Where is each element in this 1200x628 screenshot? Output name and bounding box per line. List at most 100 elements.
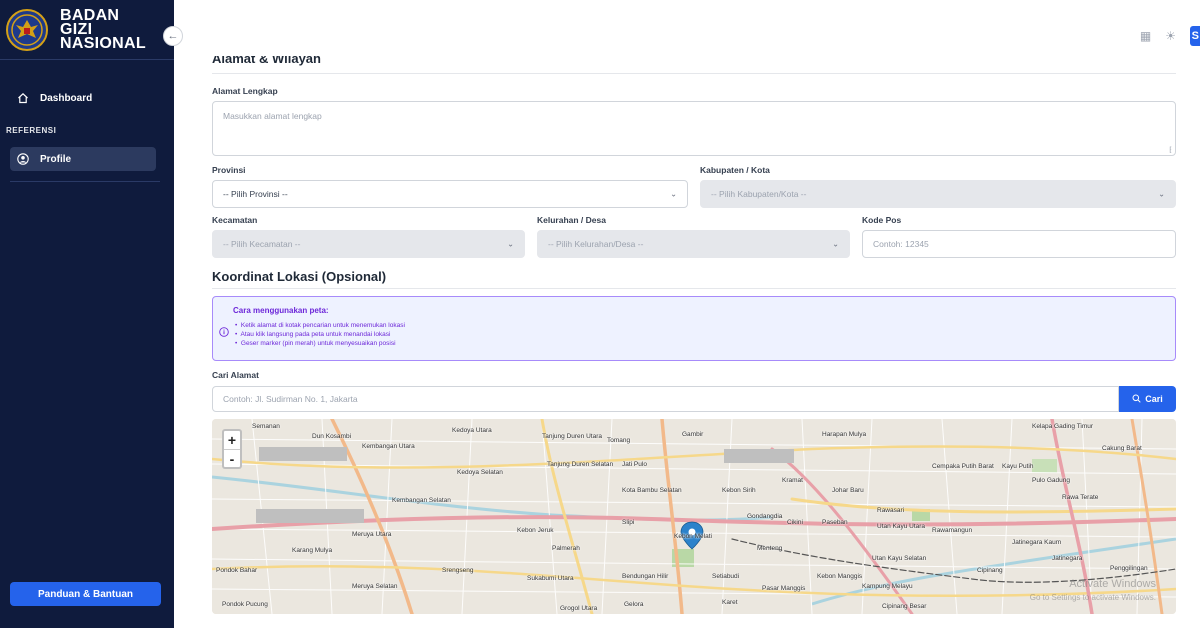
address-search-label: Cari Alamat xyxy=(212,370,259,380)
map-label: Cempaka Putih Barat xyxy=(932,463,994,470)
map-label: Kelapa Gading Timur xyxy=(1032,423,1094,430)
map-label: Penggilingan xyxy=(1110,565,1148,572)
resize-handle-icon[interactable]: ⁅ xyxy=(1169,146,1172,154)
notification-icon[interactable]: ▦ xyxy=(1140,29,1151,43)
province-select[interactable]: -- Pilih Provinsi -- ⌄ xyxy=(212,180,688,208)
map-label: Dun Kosambi xyxy=(312,433,352,440)
map-label: Kebon Sirih xyxy=(722,487,756,494)
map-label: Kayu Putih xyxy=(1002,463,1034,470)
map-label: Kebon Jeruk xyxy=(517,527,554,534)
map-label: Kembangan Selatan xyxy=(392,497,451,504)
map-label: Kedoya Utara xyxy=(452,427,492,434)
map-label: Grogol Utara xyxy=(560,605,598,612)
map-label: Utan Kayu Utara xyxy=(877,523,926,530)
map-label: Cakung Barat xyxy=(1102,445,1142,452)
city-label: Kabupaten / Kota xyxy=(700,165,770,175)
brand-name: BADAN GIZI NASIONAL xyxy=(60,7,146,51)
full-address-placeholder: Masukkan alamat lengkap xyxy=(223,111,322,121)
section-title-address: Alamat & Wilayah xyxy=(212,56,321,66)
district-label: Kecamatan xyxy=(212,215,258,225)
map-label: Kembangan Utara xyxy=(362,443,415,450)
map-label: Kota Bambu Selatan xyxy=(622,487,682,494)
city-select[interactable]: -- Pilih Kabupaten/Kota -- ⌄ xyxy=(700,180,1176,208)
map-label: Setiabudi xyxy=(712,573,740,580)
section-title-coordinates: Koordinat Lokasi (Opsional) xyxy=(212,269,387,284)
full-address-textarea[interactable]: Masukkan alamat lengkap ⁅ xyxy=(212,101,1176,156)
address-search-placeholder: Contoh: Jl. Sudirman No. 1, Jakarta xyxy=(223,394,358,404)
search-icon xyxy=(1132,394,1141,405)
collapse-sidebar-button[interactable]: ← xyxy=(163,26,183,46)
user-avatar[interactable]: S xyxy=(1190,26,1200,46)
village-select[interactable]: -- Pilih Kelurahan/Desa -- ⌄ xyxy=(537,230,850,258)
map-label: Tomang xyxy=(607,437,631,444)
map-label: Kedoya Selatan xyxy=(457,469,503,476)
postal-code-input[interactable]: Contoh: 12345 xyxy=(862,230,1176,258)
district-select[interactable]: -- Pilih Kecamatan -- ⌄ xyxy=(212,230,525,258)
info-list-item: • Geser marker (pin merah) untuk menyesu… xyxy=(235,340,396,347)
sidebar-item-label: Profile xyxy=(40,153,72,165)
map-label: Pasar Manggis xyxy=(762,585,806,592)
map-label: Tanjung Duren Utara xyxy=(542,433,602,440)
info-icon xyxy=(219,324,229,342)
brand: BADAN GIZI NASIONAL xyxy=(0,0,174,60)
divider xyxy=(212,73,1176,74)
sidebar: BADAN GIZI NASIONAL Dashboard REFERENSI … xyxy=(0,0,174,628)
zoom-out-button[interactable]: - xyxy=(224,449,240,467)
address-search-input[interactable]: Contoh: Jl. Sudirman No. 1, Jakarta xyxy=(212,386,1119,412)
map-label: Cikini xyxy=(787,519,803,526)
sidebar-section-title: REFERENSI xyxy=(6,126,57,135)
map-label: Karet xyxy=(722,599,738,606)
divider xyxy=(212,288,1176,289)
map-label: Paseban xyxy=(822,519,848,526)
city-value: -- Pilih Kabupaten/Kota -- xyxy=(711,189,807,199)
map-label: Jati Pulo xyxy=(622,461,647,468)
map-label: Pondok Bahar xyxy=(216,567,258,574)
help-button[interactable]: Panduan & Bantuan xyxy=(10,582,161,606)
redacted-label xyxy=(259,447,347,461)
map-label: Pondok Pucung xyxy=(222,601,268,608)
sidebar-item-label: Dashboard xyxy=(40,92,93,104)
map-label: Tanjung Duren Selatan xyxy=(547,461,614,468)
map-label: Kampung Melayu xyxy=(862,583,913,590)
theme-sun-icon[interactable]: ☀ xyxy=(1165,29,1176,43)
village-label: Kelurahan / Desa xyxy=(537,215,606,225)
home-icon xyxy=(16,91,30,105)
map-label: Rawamangun xyxy=(932,527,973,534)
location-map[interactable]: Semanan Dun Kosambi Kembangan Utara Kedo… xyxy=(212,419,1176,614)
zoom-in-button[interactable]: + xyxy=(224,431,240,449)
chevron-down-icon: ⌄ xyxy=(1158,189,1165,199)
map-label: Kramat xyxy=(782,477,803,484)
map-label: Cipinang Besar xyxy=(882,603,927,610)
village-value: -- Pilih Kelurahan/Desa -- xyxy=(548,239,644,249)
map-help-info-box: Cara menggunakan peta: • Ketik alamat di… xyxy=(212,296,1176,361)
map-label: Rawasari xyxy=(877,507,905,514)
map-label: Johar Baru xyxy=(832,487,864,494)
map-label: Utan Kayu Selatan xyxy=(872,555,927,562)
map-label: Palmerah xyxy=(552,545,580,552)
map-label: Gondangdia xyxy=(747,513,783,520)
province-label: Provinsi xyxy=(212,165,246,175)
map-label: Jatinegara Kaum xyxy=(1012,539,1062,546)
map-label: Gelora xyxy=(624,601,644,608)
map-label: Bendungan Hilir xyxy=(622,573,669,580)
map-label: Cipinang xyxy=(977,567,1003,574)
address-search-button[interactable]: Cari xyxy=(1119,386,1176,412)
postal-code-placeholder: Contoh: 12345 xyxy=(873,239,929,249)
map-label: Gambir xyxy=(682,431,704,438)
map-zoom-control: + - xyxy=(222,429,242,469)
redacted-label xyxy=(724,449,794,463)
search-button-label: Cari xyxy=(1145,394,1163,404)
map-label: Menteng xyxy=(757,545,783,552)
map-label: Kebon Manggis xyxy=(817,573,863,580)
postal-code-label: Kode Pos xyxy=(862,215,902,225)
info-list-item: • Atau klik langsung pada peta untuk men… xyxy=(235,331,391,338)
map-label: Meruya Selatan xyxy=(352,583,398,590)
topbar: ▦ ☀ S xyxy=(174,0,1200,62)
sidebar-item-dashboard[interactable]: Dashboard xyxy=(0,85,174,111)
sidebar-item-profile[interactable]: Profile xyxy=(0,147,170,171)
garuda-logo xyxy=(6,8,48,51)
map-label: Slipi xyxy=(622,519,635,526)
province-value: -- Pilih Provinsi -- xyxy=(223,189,288,199)
chevron-down-icon: ⌄ xyxy=(832,239,839,249)
map-label: Harapan Mulya xyxy=(822,431,867,438)
